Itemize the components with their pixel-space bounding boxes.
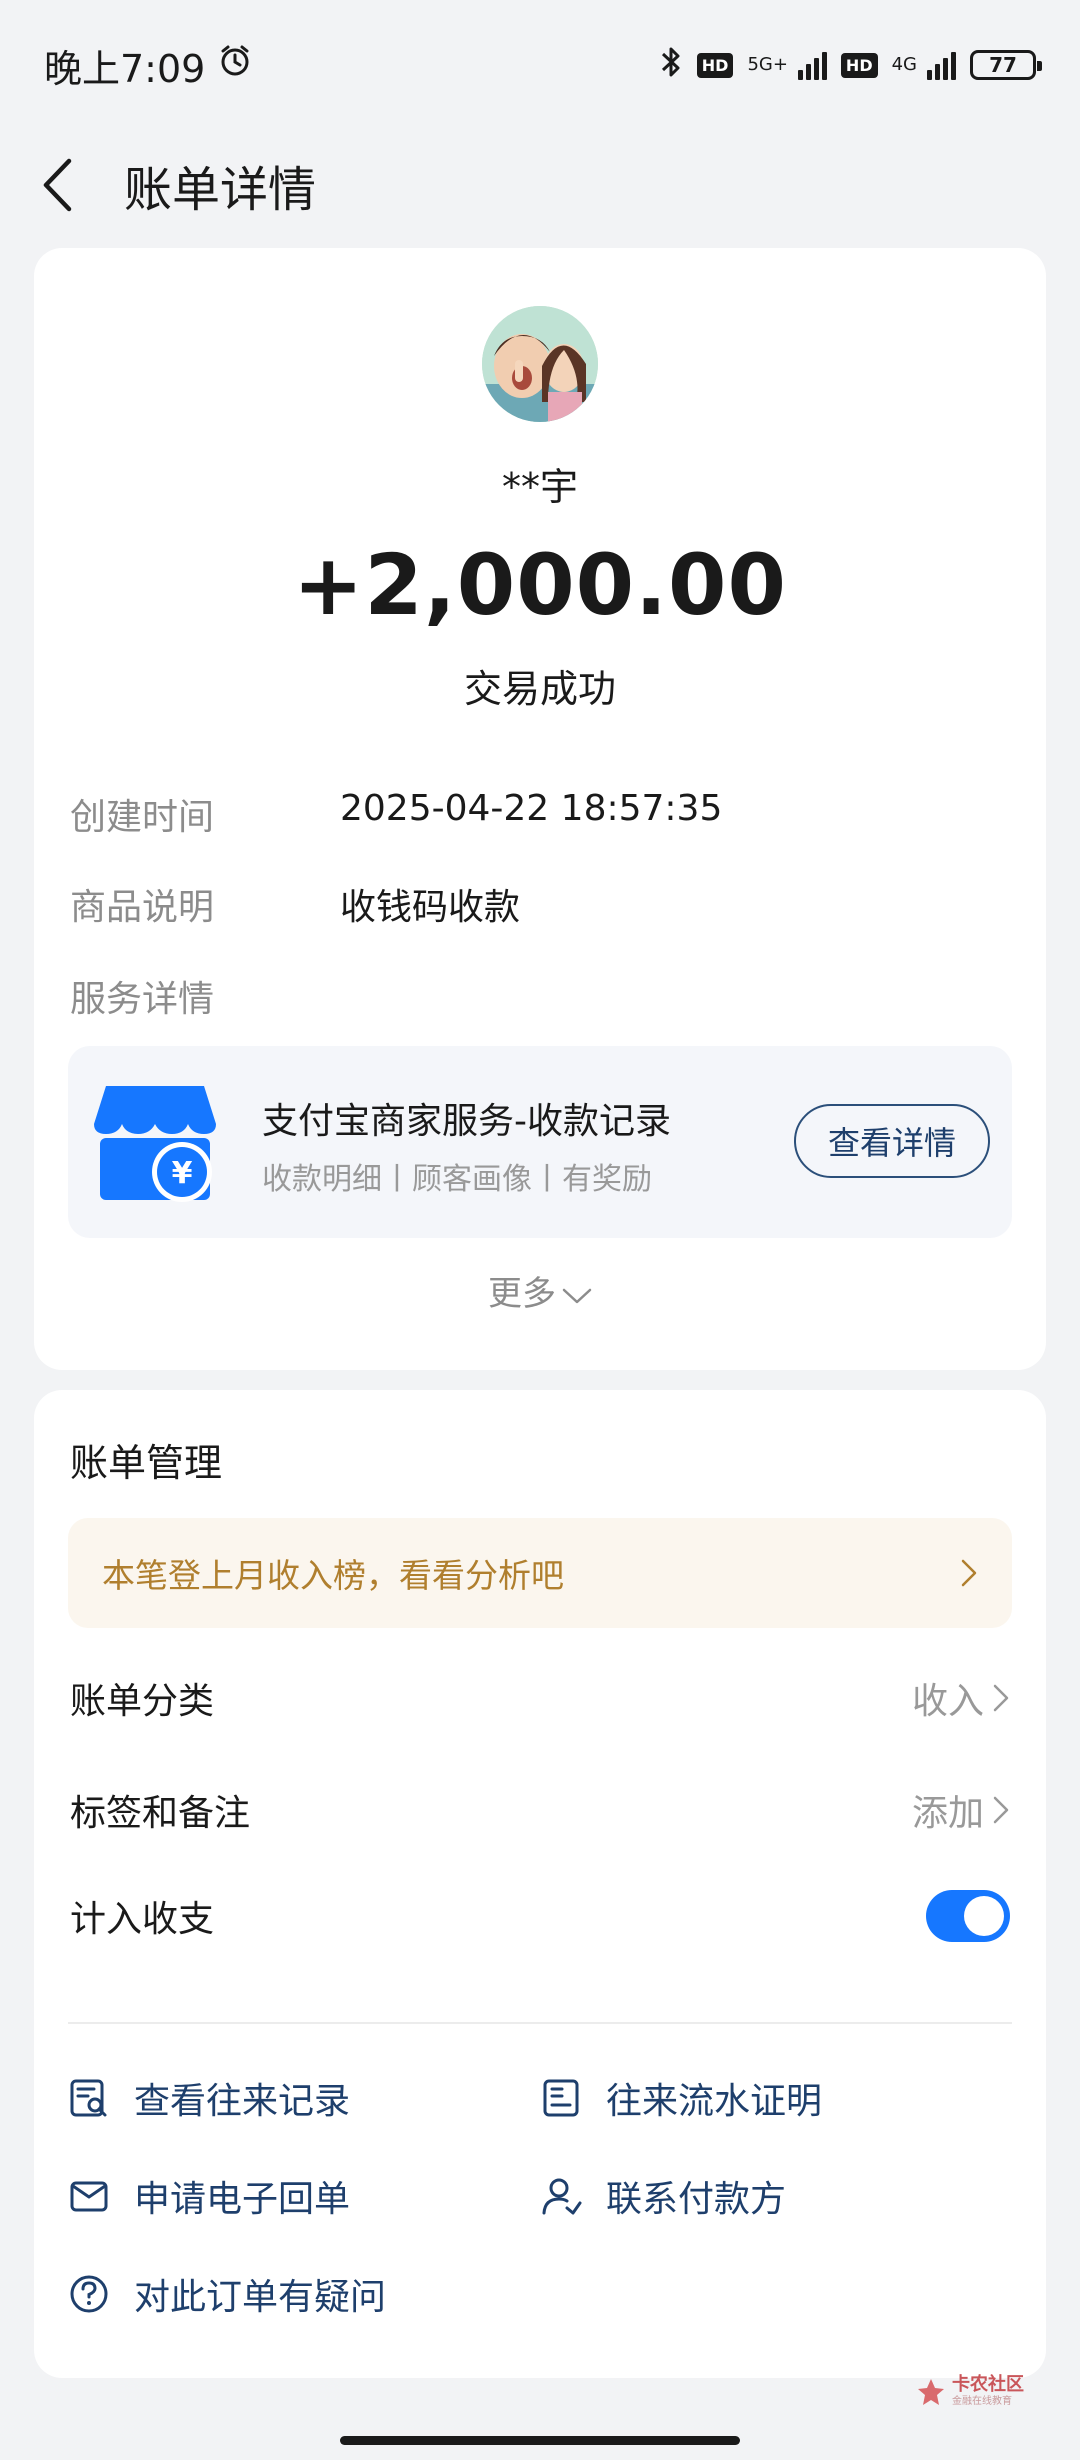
store-icon: ¥ [92,1080,218,1204]
bill-category-value-wrap: 收入 [912,1672,1010,1724]
contact-person-icon [542,2178,582,2215]
transaction-amount: +2,000.00 [293,536,787,634]
page-title: 账单详情 [124,162,317,218]
watermark-logo-icon [918,2378,944,2405]
bill-management-card: 账单管理 本笔登上月收入榜，看看分析吧 账单分类 收入 标签和备注 添加 计入收… [34,1390,1046,2378]
section-title: 账单管理 [70,1441,223,1485]
bill-category-row[interactable]: 账单分类 收入 [70,1672,1010,1724]
record-search-icon [70,2079,107,2117]
bluetooth-icon [659,44,683,86]
status-bar: 晚上7:09 HD 5G+ HD 4G 77 [0,0,1080,130]
home-indicator[interactable] [340,2436,740,2445]
battery-level: 77 [989,53,1017,77]
signal-icon [797,50,827,80]
service-subtitle: 收款明细丨顾客画像丨有奖励 [262,1162,652,1197]
e-receipt-label: 申请电子回单 [134,2179,351,2220]
bill-category-value: 收入 [911,1681,984,1722]
question-circle-icon [70,2275,108,2313]
order-question-label: 对此订单有疑问 [134,2277,387,2318]
back-button[interactable] [32,155,82,215]
include-in-ledger-row: 计入收支 [70,1890,1010,1942]
alarm-icon [217,43,253,88]
watermark-sub: 金融在线教育 [952,2396,1012,2407]
view-history-label: 查看往来记录 [134,2081,351,2122]
created-time-label: 创建时间 [70,797,215,838]
hd-badge-2: HD [840,52,878,78]
network-label-1: 5G+ [747,54,788,75]
statement-proof-label: 往来流水证明 [606,2081,823,2122]
bill-category-label: 账单分类 [70,1681,215,1722]
created-time-value: 2025-04-22 18:57:35 [340,788,723,829]
battery-icon: 77 [970,50,1042,80]
view-history-link[interactable]: 查看往来记录 [68,2072,350,2124]
watermark: 卡农社区 金融在线教育 [916,2376,1024,2407]
watermark-text: 卡农社区 金融在线教育 [952,2376,1024,2407]
description-label: 商品说明 [70,887,215,928]
tags-notes-label: 标签和备注 [70,1793,251,1834]
nav-bar: 账单详情 [0,130,1080,240]
description-value: 收钱码收款 [340,887,521,928]
service-detail-row: 服务详情 [70,970,340,1022]
more-toggle[interactable]: 更多 [34,1266,1046,1315]
contact-payer-label: 联系付款方 [606,2179,787,2220]
income-rank-banner[interactable]: 本笔登上月收入榜，看看分析吧 [68,1518,1012,1628]
envelope-icon [70,2181,108,2212]
network-label-2: 4G [891,54,917,75]
chevron-right-icon [993,1684,1009,1712]
watermark-main: 卡农社区 [952,2374,1024,2395]
chevron-left-icon [43,158,72,212]
counterpart-name: **宇 [501,465,578,509]
svg-text:¥: ¥ [172,1156,193,1191]
status-time: 晚上7:09 [44,46,206,91]
status-left: 晚上7:09 [44,38,253,93]
status-right: HD 5G+ HD 4G 77 [659,44,1042,86]
promo-text: 本笔登上月收入榜，看看分析吧 [102,1556,564,1595]
statement-proof-link[interactable]: 往来流水证明 [540,2072,822,2124]
description-row: 商品说明 收钱码收款 [70,878,520,930]
order-question-link[interactable]: 对此订单有疑问 [68,2268,386,2320]
created-time-row: 创建时间 2025-04-22 18:57:35 [70,788,722,840]
transaction-card: **宇 +2,000.00 交易成功 创建时间 2025-04-22 18:57… [34,248,1046,1370]
tags-notes-value-wrap: 添加 [912,1784,1010,1836]
document-icon [543,2079,579,2117]
chevron-right-icon [961,1559,977,1587]
include-in-ledger-label: 计入收支 [70,1899,215,1940]
divider [68,2022,1012,2024]
include-in-ledger-toggle[interactable] [926,1890,1010,1942]
merchant-service-card[interactable]: ¥ 支付宝商家服务-收款记录 收款明细丨顾客画像丨有奖励 查看详情 [68,1046,1012,1238]
transaction-status: 交易成功 [463,667,616,711]
signal-icon-2 [927,50,956,80]
contact-payer-link[interactable]: 联系付款方 [540,2170,786,2222]
service-detail-label: 服务详情 [70,979,215,1020]
hd-badge: HD [696,52,734,78]
avatar[interactable] [482,306,598,422]
more-label: 更多 [488,1274,556,1314]
tags-notes-row[interactable]: 标签和备注 添加 [70,1784,1010,1836]
chevron-right-icon [993,1796,1009,1824]
chevron-down-icon [562,1288,592,1303]
tags-notes-value: 添加 [911,1793,984,1834]
service-title: 支付宝商家服务-收款记录 [262,1101,671,1142]
e-receipt-link[interactable]: 申请电子回单 [68,2170,350,2222]
view-details-button[interactable]: 查看详情 [794,1104,990,1178]
